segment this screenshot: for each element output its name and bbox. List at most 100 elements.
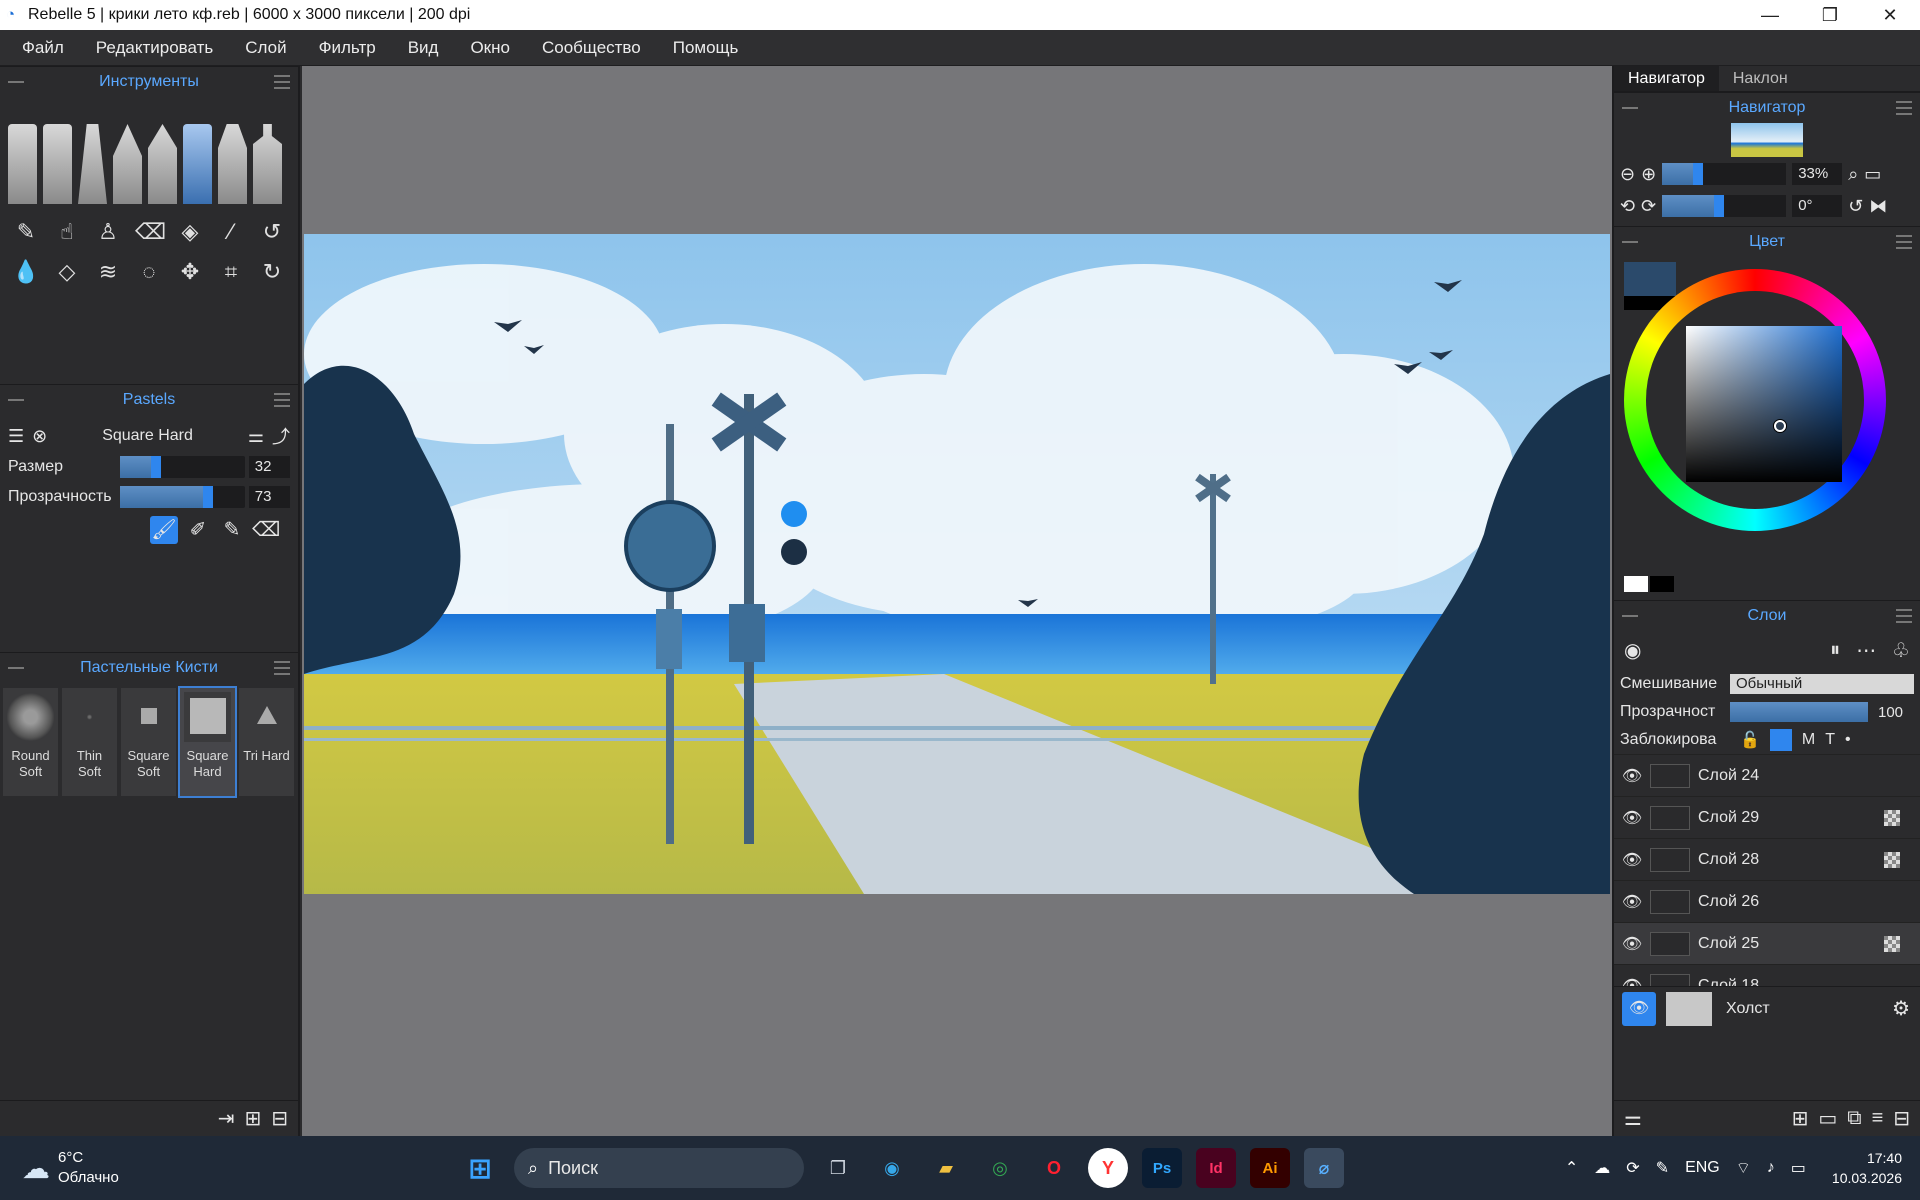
brush-list-icon[interactable]: ☰: [8, 426, 24, 447]
pen-icon[interactable]: ✎: [1656, 1158, 1669, 1178]
menu-window[interactable]: Окно: [454, 38, 526, 58]
visibility-eye-icon[interactable]: 👁: [1614, 934, 1650, 954]
layer-row[interactable]: 👁 Слой 18: [1614, 964, 1920, 986]
fill-bucket-icon[interactable]: ◈: [176, 219, 204, 245]
stroke-icon[interactable]: ⤴: [272, 423, 290, 449]
marker-tool[interactable]: [218, 124, 247, 204]
transparency-lock-icon[interactable]: [1884, 809, 1900, 826]
windows-start-icon[interactable]: ⊞: [460, 1148, 500, 1188]
collapse-icon[interactable]: [1622, 107, 1638, 109]
current-color-swatch[interactable]: [1624, 262, 1676, 296]
layer-row[interactable]: 👁 Слой 28: [1614, 838, 1920, 880]
layer-row[interactable]: 👁 Слой 29: [1614, 796, 1920, 838]
smudge-icon[interactable]: ☝: [53, 219, 81, 245]
task-view-icon[interactable]: ❐: [818, 1148, 858, 1188]
menu-file[interactable]: Файл: [6, 38, 80, 58]
taskbar-search[interactable]: ⌕ Поиск: [514, 1148, 804, 1188]
merge-layer-icon[interactable]: ≡: [1872, 1107, 1884, 1130]
panel-menu-icon[interactable]: [274, 393, 290, 407]
rotation-slider[interactable]: [1662, 195, 1787, 217]
zoom-in-icon[interactable]: ⊕: [1641, 164, 1656, 185]
close-button[interactable]: ✕: [1860, 5, 1920, 26]
color-cursor[interactable]: [1774, 420, 1786, 432]
add-preset-icon[interactable]: ⊞: [244, 1106, 261, 1131]
preset-thin-soft[interactable]: Thin Soft: [62, 688, 117, 796]
panel-menu-icon[interactable]: [1896, 101, 1912, 115]
opacity-value[interactable]: 73: [248, 486, 290, 508]
brush-reset-icon[interactable]: ⊗: [32, 426, 47, 447]
indesign-icon[interactable]: Id: [1196, 1148, 1236, 1188]
saturation-square[interactable]: [1686, 326, 1842, 482]
preset-tri-hard[interactable]: Tri Hard: [239, 688, 294, 796]
visibility-eye-icon[interactable]: 👁: [1614, 976, 1650, 987]
illustrator-icon[interactable]: Ai: [1250, 1148, 1290, 1188]
menu-layer[interactable]: Слой: [229, 38, 302, 58]
language-indicator[interactable]: ENG: [1685, 1159, 1720, 1177]
preset-square-hard[interactable]: Square Hard: [178, 686, 237, 798]
black-swatch[interactable]: [1650, 576, 1674, 592]
zoom-slider[interactable]: [1662, 163, 1787, 185]
menu-view[interactable]: Вид: [392, 38, 455, 58]
duplicate-layer-icon[interactable]: ⧉: [1847, 1107, 1861, 1130]
lock-dot-icon[interactable]: •: [1845, 731, 1851, 749]
crop-icon[interactable]: ⌗: [217, 259, 245, 285]
undo-icon[interactable]: ↺: [258, 219, 286, 245]
transparency-lock-icon[interactable]: [1884, 935, 1900, 952]
acrylic-brush-tool[interactable]: [43, 124, 72, 204]
brush-name[interactable]: Square Hard: [47, 427, 248, 445]
pencil-tool[interactable]: [148, 124, 177, 204]
layer-opacity-value[interactable]: 100: [1878, 704, 1903, 721]
eyedropper-icon[interactable]: ⁄: [217, 219, 245, 245]
menu-community[interactable]: Сообщество: [526, 38, 657, 58]
collapse-icon[interactable]: [8, 399, 24, 401]
painting-canvas[interactable]: [304, 234, 1610, 894]
visibility-eye-icon[interactable]: 👁: [1614, 850, 1650, 870]
layer-row-selected[interactable]: 👁 Слой 25: [1614, 922, 1920, 964]
onedrive-icon[interactable]: ☁: [1594, 1158, 1610, 1178]
lock-transparency-icon[interactable]: [1769, 729, 1792, 751]
photoshop-icon[interactable]: Ps: [1142, 1148, 1182, 1188]
blend-select[interactable]: Обычный: [1730, 674, 1914, 694]
collapse-icon[interactable]: [1622, 615, 1638, 617]
rotate-right-icon[interactable]: ⟳: [1641, 196, 1656, 217]
menu-help[interactable]: Помощь: [657, 38, 755, 58]
redo-icon[interactable]: ↻: [258, 259, 286, 285]
lock-t-button[interactable]: T: [1825, 731, 1835, 749]
transform-icon[interactable]: ✥: [176, 259, 204, 285]
layer-row[interactable]: 👁 Слой 24: [1614, 754, 1920, 796]
watercolor-brush-tool[interactable]: [8, 124, 37, 204]
blow-icon[interactable]: ≋: [94, 259, 122, 285]
smudge-mode-icon[interactable]: ✎: [218, 516, 246, 544]
minimize-button[interactable]: —: [1740, 5, 1800, 26]
clock[interactable]: 17:40 10.03.2026: [1832, 1148, 1902, 1188]
pen-tool[interactable]: [113, 124, 142, 204]
tab-tilt[interactable]: Наклон: [1719, 66, 1802, 91]
canvas-settings-icon[interactable]: ⚙: [1892, 996, 1910, 1021]
airbrush-tool[interactable]: [253, 124, 282, 204]
remove-preset-icon[interactable]: ⊟: [271, 1106, 288, 1131]
transparency-lock-icon[interactable]: [1884, 851, 1900, 868]
collapse-icon[interactable]: [1622, 241, 1638, 243]
panel-menu-icon[interactable]: [274, 75, 290, 89]
pastel-tool[interactable]: [183, 124, 212, 204]
dry-layer-icon[interactable]: ♧: [1892, 638, 1910, 663]
layer-row[interactable]: 👁 Слой 26: [1614, 880, 1920, 922]
brush-settings-icon[interactable]: ⚌: [248, 426, 264, 447]
import-brush-icon[interactable]: ⇥: [218, 1106, 235, 1131]
erase-mode-icon[interactable]: ⌫: [252, 516, 280, 544]
size-value[interactable]: 32: [248, 456, 290, 478]
panel-menu-icon[interactable]: [1896, 235, 1912, 249]
panel-menu-icon[interactable]: [1896, 609, 1912, 623]
pause-icon[interactable]: ⏸: [1830, 639, 1840, 662]
tracing-icon[interactable]: ◉: [1624, 638, 1641, 663]
canvas-visibility-icon[interactable]: 👁: [1622, 991, 1656, 1026]
wet-layer-icon[interactable]: ⋯: [1856, 638, 1876, 663]
lock-icon[interactable]: 🔓: [1740, 730, 1760, 750]
menu-filter[interactable]: Фильтр: [303, 38, 392, 58]
panel-menu-icon[interactable]: [274, 661, 290, 675]
collapse-icon[interactable]: [8, 667, 24, 669]
layer-properties-icon[interactable]: ⚌: [1624, 1106, 1642, 1131]
pencil-icon[interactable]: ✎: [12, 219, 40, 245]
weather-widget[interactable]: ☁ 6°C Облачно: [22, 1148, 172, 1188]
chrome-icon[interactable]: ◎: [980, 1148, 1020, 1188]
